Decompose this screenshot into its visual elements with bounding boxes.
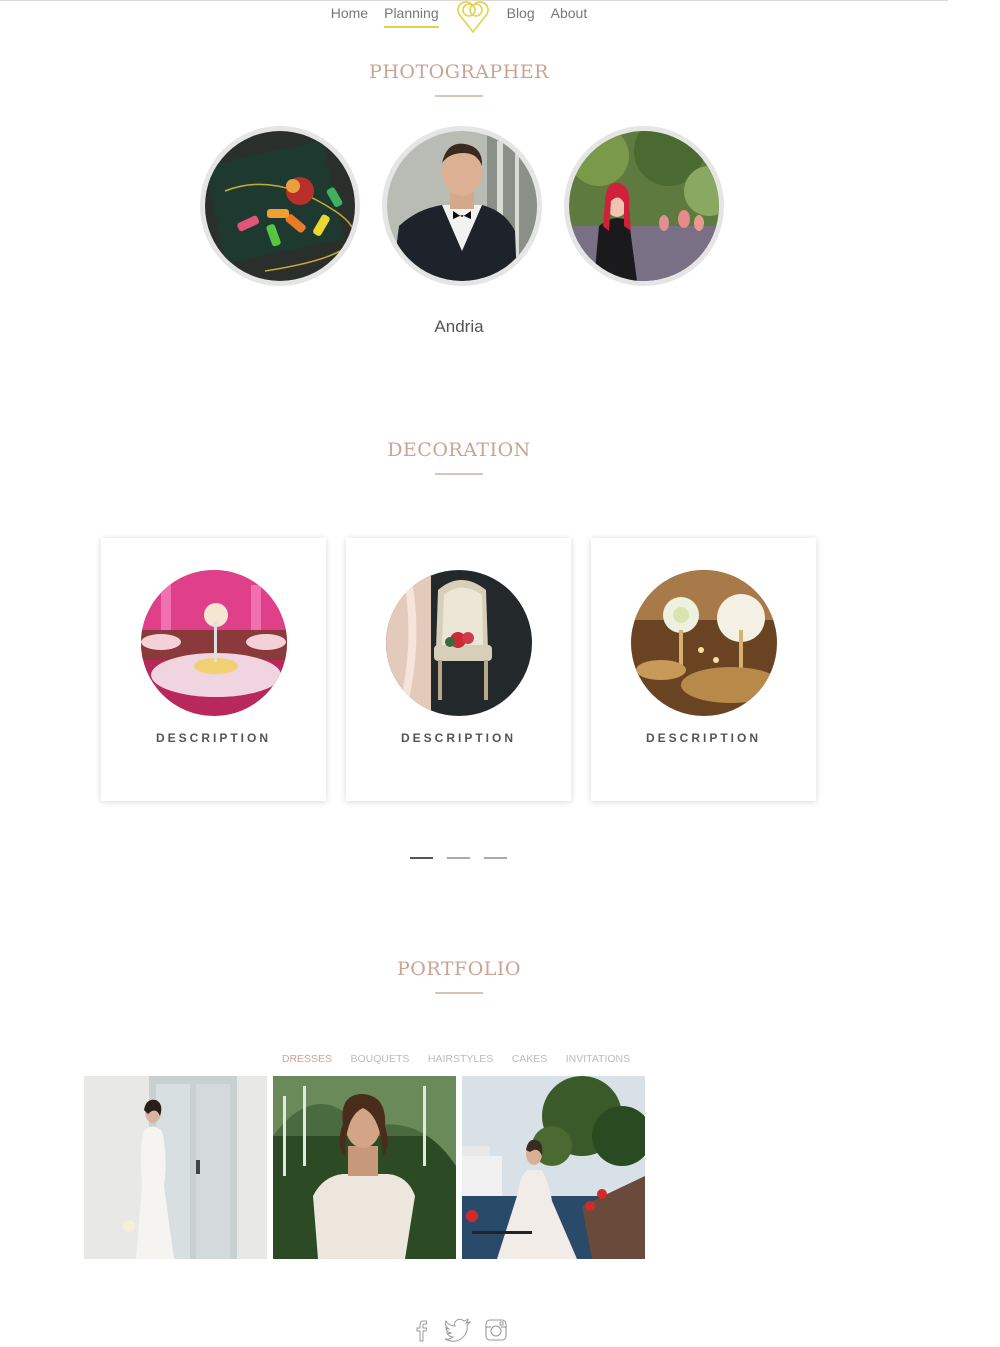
slider-dot[interactable]	[447, 857, 470, 859]
decoration-title: DECORATION	[387, 439, 531, 461]
portfolio-tabs: DRESSES BOUQUETS HAIRSTYLES CAKES INVITA…	[0, 1049, 912, 1067]
photographer-photo-threads[interactable]	[200, 126, 360, 286]
social-links	[0, 1318, 918, 1347]
tab-bouquets[interactable]: BOUQUETS	[351, 1053, 410, 1065]
photographer-title: PHOTOGRAPHER	[369, 61, 549, 83]
instagram-icon[interactable]	[484, 1318, 508, 1347]
main-nav: Home Planning Blog About	[0, 1, 918, 34]
slider-dot[interactable]	[484, 857, 507, 859]
floral-banquet-photo	[631, 570, 777, 716]
decoration-card[interactable]: DESCRIPTION	[346, 538, 571, 801]
portfolio-image-white-dress[interactable]	[84, 1076, 267, 1259]
photographer-name: Andria	[434, 317, 484, 336]
tab-dresses[interactable]: DRESSES	[282, 1053, 332, 1065]
tab-hairstyles[interactable]: HAIRSTYLES	[428, 1053, 493, 1065]
nav-home[interactable]: Home	[331, 4, 368, 21]
nav-planning[interactable]: Planning	[384, 4, 439, 28]
tab-cakes[interactable]: CAKES	[512, 1053, 548, 1065]
photographer-photo-woman[interactable]	[564, 126, 724, 286]
pink-banquet-hall-photo	[141, 570, 287, 716]
nav-about[interactable]: About	[551, 4, 588, 21]
nav-blog[interactable]: Blog	[507, 4, 535, 21]
portfolio-image-waterfront-bride[interactable]	[462, 1076, 645, 1259]
decoration-title-rule	[435, 473, 483, 475]
tab-invitations[interactable]: INVITATIONS	[566, 1053, 630, 1065]
facebook-icon[interactable]	[410, 1318, 432, 1347]
decoration-card[interactable]: DESCRIPTION	[591, 538, 816, 801]
portfolio-title: PORTFOLIO	[397, 958, 521, 980]
bridal-chair-photo	[386, 570, 532, 716]
wedding-rings-heart-icon[interactable]	[455, 0, 491, 34]
photographer-title-rule	[435, 95, 483, 97]
portfolio-title-rule	[435, 992, 483, 994]
decoration-card-label: DESCRIPTION	[400, 731, 516, 745]
twitter-icon[interactable]	[444, 1318, 472, 1347]
decoration-card-label: DESCRIPTION	[155, 731, 271, 745]
decoration-card[interactable]: DESCRIPTION	[101, 538, 326, 801]
decoration-card-label: DESCRIPTION	[645, 731, 761, 745]
photographer-photo-groom[interactable]	[382, 126, 542, 286]
portfolio-image-lace-dress[interactable]	[273, 1076, 456, 1259]
slider-dot[interactable]	[410, 857, 433, 859]
